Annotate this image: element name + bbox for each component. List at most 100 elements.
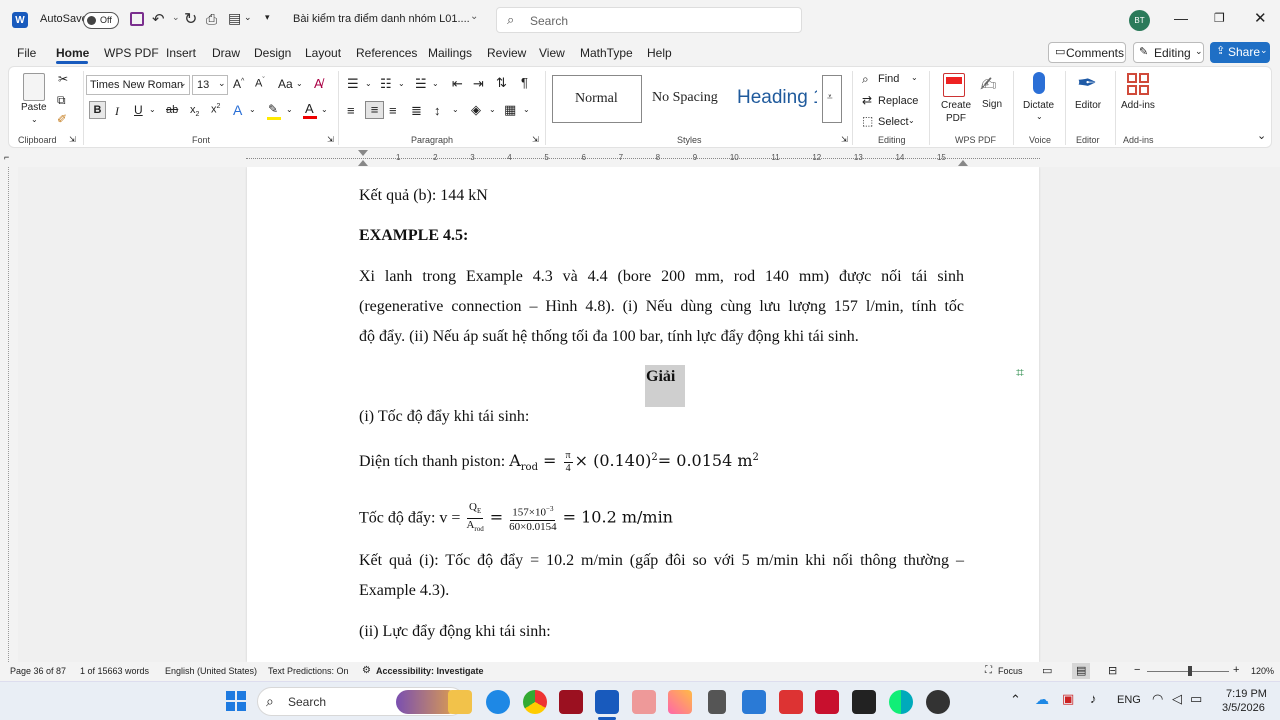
dictate-dropdown-icon[interactable]: ⌄ <box>1036 112 1043 121</box>
create-pdf-icon[interactable] <box>943 73 965 97</box>
tab-home[interactable]: Home <box>56 46 89 60</box>
copy-icon[interactable]: ⧉ <box>57 93 66 108</box>
paste-label[interactable]: Paste <box>21 102 47 113</box>
restore-icon[interactable]: ❐ <box>1214 11 1225 25</box>
shrink-font-icon[interactable]: Aˇ <box>255 77 265 90</box>
tab-view[interactable]: View <box>539 46 565 60</box>
tab-review[interactable]: Review <box>487 46 526 60</box>
multilevel-dropdown-icon[interactable]: ⌄ <box>432 79 439 88</box>
solution-heading[interactable]: Giải <box>646 368 675 386</box>
comments-button[interactable]: ▭ Comments <box>1048 42 1126 63</box>
find-icon[interactable]: ⌕ <box>862 72 869 87</box>
vscode-icon[interactable] <box>742 690 766 714</box>
print-layout-button[interactable]: ▤ <box>1072 663 1090 679</box>
quick-access-icon[interactable]: ▤ <box>228 10 241 27</box>
shading-dropdown-icon[interactable]: ⌄ <box>489 105 496 114</box>
align-right-icon[interactable]: ≡ <box>389 103 397 118</box>
italic-button[interactable]: I <box>115 104 119 119</box>
tab-design[interactable]: Design <box>254 46 291 60</box>
horizontal-ruler[interactable]: ⌐ 1 2 3 4 5 6 7 8 9 10 11 12 13 14 15 <box>0 150 1280 167</box>
word-count[interactable]: 1 of 15663 words <box>80 666 149 676</box>
zalo-icon[interactable] <box>486 690 510 714</box>
tab-insert[interactable]: Insert <box>166 46 196 60</box>
style-heading-1[interactable]: Heading 1 <box>737 75 817 123</box>
onedrive-icon[interactable]: ☁ <box>1035 691 1049 708</box>
styles-launcher-icon[interactable]: ⇲ <box>841 135 848 144</box>
first-line-indent-marker[interactable] <box>358 150 368 156</box>
redo-icon[interactable]: ↻ <box>184 9 197 29</box>
styles-gallery-more[interactable]: ⩡ <box>822 75 842 123</box>
addins-label[interactable]: Add-ins <box>1121 100 1155 111</box>
decrease-indent-icon[interactable]: ⇤ <box>452 76 463 92</box>
zoom-slider-thumb[interactable] <box>1188 666 1192 676</box>
select-label[interactable]: Select <box>878 116 909 128</box>
autosave-toggle[interactable]: Off <box>83 12 119 29</box>
vertical-ruler[interactable] <box>0 167 18 662</box>
search-box[interactable]: ⌕ Search <box>496 7 802 33</box>
create-pdf-label[interactable]: Create PDF <box>941 99 971 125</box>
text-effects-icon[interactable]: A <box>233 102 242 118</box>
shading-icon[interactable]: ◈ <box>471 102 481 118</box>
wifi-icon[interactable]: ◠ <box>1152 691 1163 707</box>
language-indicator-taskbar[interactable]: ENG <box>1117 694 1141 706</box>
bullets-dropdown-icon[interactable]: ⌄ <box>365 79 372 88</box>
borders-icon[interactable]: ▦ <box>504 102 516 118</box>
editing-mode-button[interactable]: ✎ Editing ⌄ <box>1133 42 1204 63</box>
web-layout-icon[interactable]: ⊟ <box>1108 664 1117 677</box>
new-comment-icon[interactable]: ⌗ <box>1016 364 1024 381</box>
sign-icon[interactable]: ✍ <box>980 72 997 97</box>
undo-dropdown-icon[interactable]: ⌄ <box>172 12 180 23</box>
clipboard-launcher-icon[interactable]: ⇲ <box>69 135 76 144</box>
tab-mailings[interactable]: Mailings <box>428 46 472 60</box>
language-indicator[interactable]: English (United States) <box>165 666 257 676</box>
dictate-icon[interactable] <box>1033 72 1045 94</box>
paste-dropdown-icon[interactable]: ⌄ <box>31 115 38 124</box>
bold-button[interactable]: B <box>89 101 106 119</box>
tab-help[interactable]: Help <box>647 46 672 60</box>
zoom-in-icon[interactable]: + <box>1233 664 1239 676</box>
save-icon[interactable] <box>130 12 144 26</box>
page-count[interactable]: Page 36 of 87 <box>10 666 66 676</box>
word-taskbar-icon[interactable] <box>595 690 619 714</box>
paragraph-launcher-icon[interactable]: ⇲ <box>532 135 539 144</box>
subscript-button[interactable]: x2 <box>190 104 199 118</box>
share-button[interactable]: ⇪ Share ⌄ <box>1210 42 1270 63</box>
focus-icon[interactable]: ⛶ <box>985 665 992 676</box>
title-dropdown-icon[interactable]: ⌄ <box>470 11 478 22</box>
hanging-indent-marker[interactable] <box>358 160 368 166</box>
style-normal[interactable]: Normal <box>552 75 642 123</box>
font-launcher-icon[interactable]: ⇲ <box>327 135 334 144</box>
font-name-select[interactable]: Times New Roman ⌄ <box>86 75 190 95</box>
tab-selector-icon[interactable]: ⌐ <box>4 152 9 162</box>
find-label[interactable]: Find <box>878 73 899 85</box>
tab-layout[interactable]: Layout <box>305 46 341 60</box>
style-no-spacing[interactable]: No Spacing <box>645 75 735 123</box>
addins-icon[interactable] <box>1127 73 1149 95</box>
numbering-dropdown-icon[interactable]: ⌄ <box>398 79 405 88</box>
app-icon[interactable] <box>632 690 656 714</box>
microphone-icon[interactable]: ♪ <box>1090 691 1097 706</box>
tab-draw[interactable]: Draw <box>212 46 240 60</box>
text-effects-dropdown-icon[interactable]: ⌄ <box>249 105 256 114</box>
highlight-icon[interactable]: ✎ <box>267 102 281 120</box>
start-icon[interactable] <box>226 691 246 711</box>
undo-icon[interactable]: ↶ <box>152 10 165 28</box>
select-dropdown-icon[interactable]: ⌄ <box>908 116 915 125</box>
superscript-button[interactable]: x2 <box>211 103 220 116</box>
editor-label[interactable]: Editor <box>1075 100 1101 111</box>
replace-icon[interactable]: ⇄ <box>862 93 872 107</box>
justify-icon[interactable]: ≣ <box>411 103 422 119</box>
autocad-icon[interactable] <box>559 690 583 714</box>
document-canvas[interactable]: Kết quả (b): 144 kN EXAMPLE 4.5: Xi lanh… <box>18 167 1280 662</box>
font-color-dropdown-icon[interactable]: ⌄ <box>321 105 328 114</box>
close-icon[interactable]: ✕ <box>1254 9 1267 27</box>
tab-wps-pdf[interactable]: WPS PDF <box>104 46 159 60</box>
read-mode-icon[interactable]: ▭ <box>1042 664 1052 677</box>
underline-dropdown-icon[interactable]: ⌄ <box>149 105 156 114</box>
sign-label[interactable]: Sign <box>982 99 1002 110</box>
collapse-ribbon-icon[interactable]: ⌄ <box>1257 129 1266 142</box>
line-spacing-dropdown-icon[interactable]: ⌄ <box>452 105 459 114</box>
underline-button[interactable]: U <box>134 103 143 117</box>
dictate-label[interactable]: Dictate <box>1023 100 1054 111</box>
capcut-icon[interactable] <box>852 690 876 714</box>
